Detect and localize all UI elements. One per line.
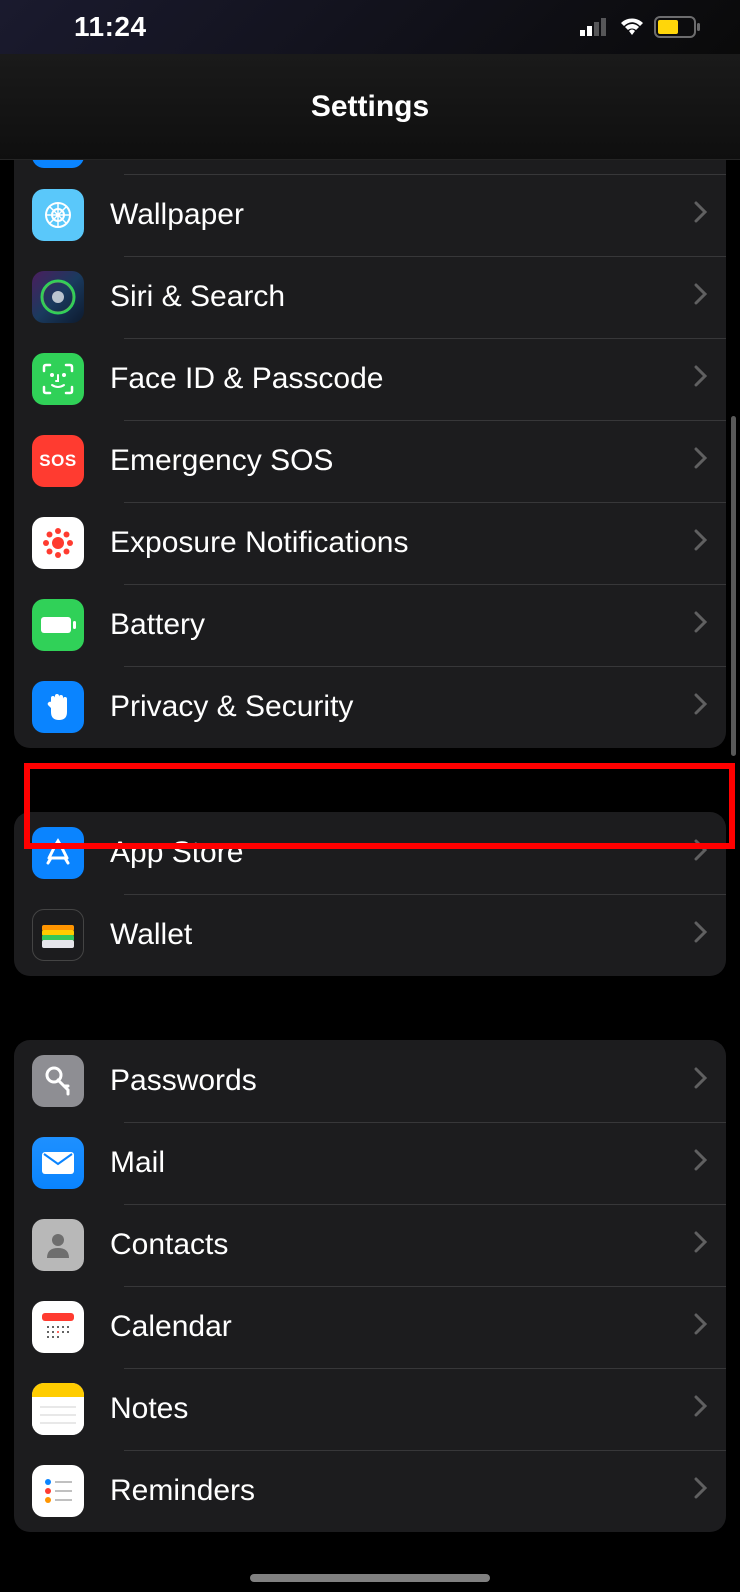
settings-row-wallet[interactable]: Wallet bbox=[14, 894, 726, 976]
chevron-right-icon bbox=[694, 529, 708, 558]
calendar-icon bbox=[32, 1301, 84, 1353]
settings-row-faceid[interactable]: Face ID & Passcode bbox=[14, 338, 726, 420]
scrollbar[interactable] bbox=[731, 416, 736, 756]
row-label: Emergency SOS bbox=[110, 444, 694, 478]
settings-row-wallpaper[interactable]: Wallpaper bbox=[14, 174, 726, 256]
status-icons bbox=[580, 16, 700, 38]
row-label: Notes bbox=[110, 1392, 694, 1426]
row-label: Exposure Notifications bbox=[110, 526, 694, 560]
row-label: Passwords bbox=[110, 1064, 694, 1098]
chevron-right-icon bbox=[694, 283, 708, 312]
row-label: Contacts bbox=[110, 1228, 694, 1262]
settings-row-accessibility[interactable] bbox=[14, 160, 726, 174]
chevron-right-icon bbox=[694, 1477, 708, 1506]
header: Settings bbox=[0, 54, 740, 160]
accessibility-icon bbox=[32, 160, 84, 168]
row-label: Privacy & Security bbox=[110, 690, 694, 724]
chevron-right-icon bbox=[694, 1313, 708, 1342]
battery-icon bbox=[32, 599, 84, 651]
settings-row-calendar[interactable]: Calendar bbox=[14, 1286, 726, 1368]
chevron-right-icon bbox=[694, 1395, 708, 1424]
settings-row-siri[interactable]: Siri & Search bbox=[14, 256, 726, 338]
notes-icon bbox=[32, 1383, 84, 1435]
chevron-right-icon bbox=[694, 201, 708, 230]
cellular-icon bbox=[580, 18, 610, 36]
home-indicator[interactable] bbox=[250, 1574, 490, 1582]
reminders-icon bbox=[32, 1465, 84, 1517]
row-label: Calendar bbox=[110, 1310, 694, 1344]
settings-row-contacts[interactable]: Contacts bbox=[14, 1204, 726, 1286]
chevron-right-icon bbox=[694, 1231, 708, 1260]
chevron-right-icon bbox=[694, 1149, 708, 1178]
settings-row-notes[interactable]: Notes bbox=[14, 1368, 726, 1450]
settings-list[interactable]: Wallpaper Siri & Search Face ID & Pass bbox=[0, 160, 740, 1592]
settings-row-privacy[interactable]: Privacy & Security bbox=[14, 666, 726, 748]
settings-row-passwords[interactable]: Passwords bbox=[14, 1040, 726, 1122]
wallpaper-icon bbox=[32, 189, 84, 241]
settings-row-mail[interactable]: Mail bbox=[14, 1122, 726, 1204]
settings-row-reminders[interactable]: Reminders bbox=[14, 1450, 726, 1532]
mail-icon bbox=[32, 1137, 84, 1189]
settings-row-exposure[interactable]: Exposure Notifications bbox=[14, 502, 726, 584]
status-bar: 11:24 bbox=[0, 0, 740, 54]
faceid-icon bbox=[32, 353, 84, 405]
page-title: Settings bbox=[311, 90, 429, 124]
chevron-right-icon bbox=[694, 693, 708, 722]
appstore-icon bbox=[32, 827, 84, 879]
hand-icon bbox=[32, 681, 84, 733]
status-time: 11:24 bbox=[74, 11, 147, 43]
settings-group-accounts: Passwords Mail Contacts bbox=[14, 1040, 726, 1532]
row-label: Reminders bbox=[110, 1474, 694, 1508]
row-label: Wallpaper bbox=[110, 198, 694, 232]
row-label: Siri & Search bbox=[110, 280, 694, 314]
row-label: Face ID & Passcode bbox=[110, 362, 694, 396]
wifi-icon bbox=[618, 17, 646, 37]
wallet-icon bbox=[32, 909, 84, 961]
settings-row-sos[interactable]: SOS Emergency SOS bbox=[14, 420, 726, 502]
row-label: Battery bbox=[110, 608, 694, 642]
settings-row-battery[interactable]: Battery bbox=[14, 584, 726, 666]
exposure-icon bbox=[32, 517, 84, 569]
settings-row-appstore[interactable]: App Store bbox=[14, 812, 726, 894]
sos-icon: SOS bbox=[32, 435, 84, 487]
battery-status-icon bbox=[654, 16, 700, 38]
row-label: Mail bbox=[110, 1146, 694, 1180]
settings-group-apps: App Store Wallet bbox=[14, 812, 726, 976]
chevron-right-icon bbox=[694, 839, 708, 868]
chevron-right-icon bbox=[694, 921, 708, 950]
settings-group-general: Wallpaper Siri & Search Face ID & Pass bbox=[14, 160, 726, 748]
chevron-right-icon bbox=[694, 447, 708, 476]
contacts-icon bbox=[32, 1219, 84, 1271]
chevron-right-icon bbox=[694, 611, 708, 640]
chevron-right-icon bbox=[694, 365, 708, 394]
chevron-right-icon bbox=[694, 1067, 708, 1096]
siri-icon bbox=[32, 271, 84, 323]
row-label: App Store bbox=[110, 836, 694, 870]
row-label: Wallet bbox=[110, 918, 694, 952]
key-icon bbox=[32, 1055, 84, 1107]
